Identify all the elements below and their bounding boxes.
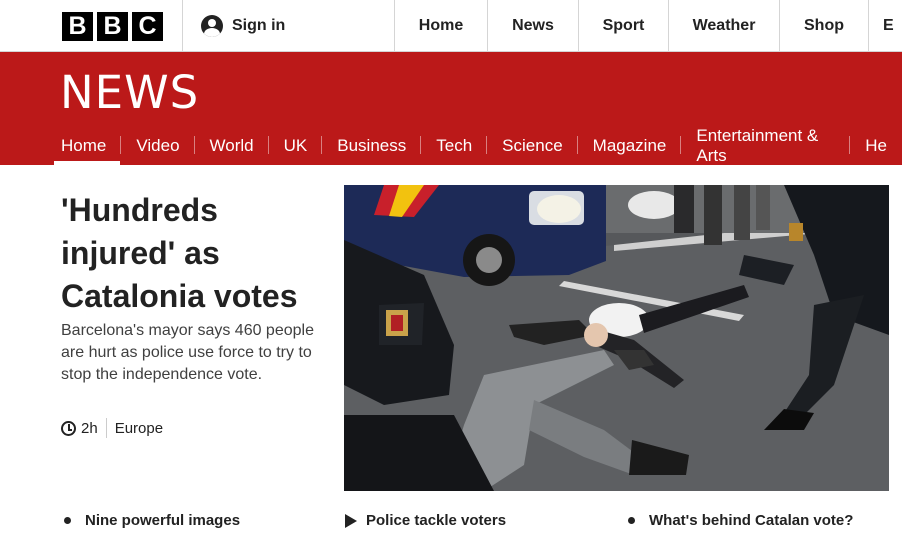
subnav-science[interactable]: Science [487,126,578,165]
related-link[interactable]: Police tackle voters [345,512,506,529]
subnav-label: Tech [436,135,473,155]
subnav-label: Business [337,135,407,155]
news-subnav: Home Video World UK Business Tech Scienc… [0,126,902,165]
global-header: B B C Sign in Home News Sport Weather Sh… [0,0,902,52]
global-nav-sport[interactable]: Sport [578,0,668,52]
subnav-health[interactable]: He [850,126,902,165]
related-link-label: Nine powerful images [85,512,241,529]
subnav-world[interactable]: World [195,126,269,165]
subnav-magazine[interactable]: Magazine [578,126,682,165]
subnav-label: World [209,135,254,155]
subnav-home[interactable]: Home [0,126,122,165]
subnav-label: Entertainment & Arts [696,125,819,165]
news-wordmark[interactable]: NEWS [60,66,199,119]
story-meta: 2h Europe [61,418,163,438]
related-link[interactable]: Nine powerful images [64,512,240,529]
news-masthead: NEWS Home Video World UK Business Tech S… [0,52,902,165]
bullet-icon [628,517,635,524]
user-icon [201,15,223,37]
subnav-business[interactable]: Business [322,126,422,165]
subnav-video[interactable]: Video [121,126,195,165]
police-scene-photo [344,185,889,491]
bbc-logo-letter: B [97,12,128,41]
global-nav-more[interactable]: E [868,0,902,52]
play-icon [345,513,357,528]
subnav-label: He [865,135,887,155]
subnav-uk[interactable]: UK [269,126,323,165]
sign-in-link[interactable]: Sign in [201,15,285,37]
meta-divider [105,418,107,438]
subnav-entertainment-arts[interactable]: Entertainment & Arts [681,125,851,165]
subnav-label: Home [61,135,107,155]
global-nav-news[interactable]: News [487,0,578,52]
story-image[interactable] [344,185,889,491]
related-link-label: What's behind Catalan vote? [649,512,854,529]
clock-icon [61,420,76,436]
subnav-label: Video [136,135,180,155]
subnav-tech[interactable]: Tech [421,126,488,165]
bbc-logo[interactable]: B B C [62,12,163,41]
story-headline[interactable]: 'Hundreds injured' as Catalonia votes [61,189,331,318]
sign-in-label: Sign in [232,17,286,34]
bbc-logo-letter: C [132,12,163,41]
subnav-label: Magazine [592,135,667,155]
global-nav-home[interactable]: Home [394,0,487,52]
global-nav: Home News Sport Weather Shop E [394,0,902,52]
related-link[interactable]: What's behind Catalan vote? [628,512,853,529]
subnav-label: Science [502,135,563,155]
story-region-link[interactable]: Europe [115,420,163,437]
subnav-label: UK [283,135,308,155]
bbc-logo-letter: B [62,12,93,41]
related-link-label: Police tackle voters [366,512,507,529]
header-divider [182,0,183,52]
bullet-icon [64,517,71,524]
global-nav-weather[interactable]: Weather [668,0,779,52]
global-nav-shop[interactable]: Shop [779,0,868,52]
story-timestamp: 2h [81,419,98,437]
story-summary: Barcelona's mayor says 460 people are hu… [61,322,314,383]
